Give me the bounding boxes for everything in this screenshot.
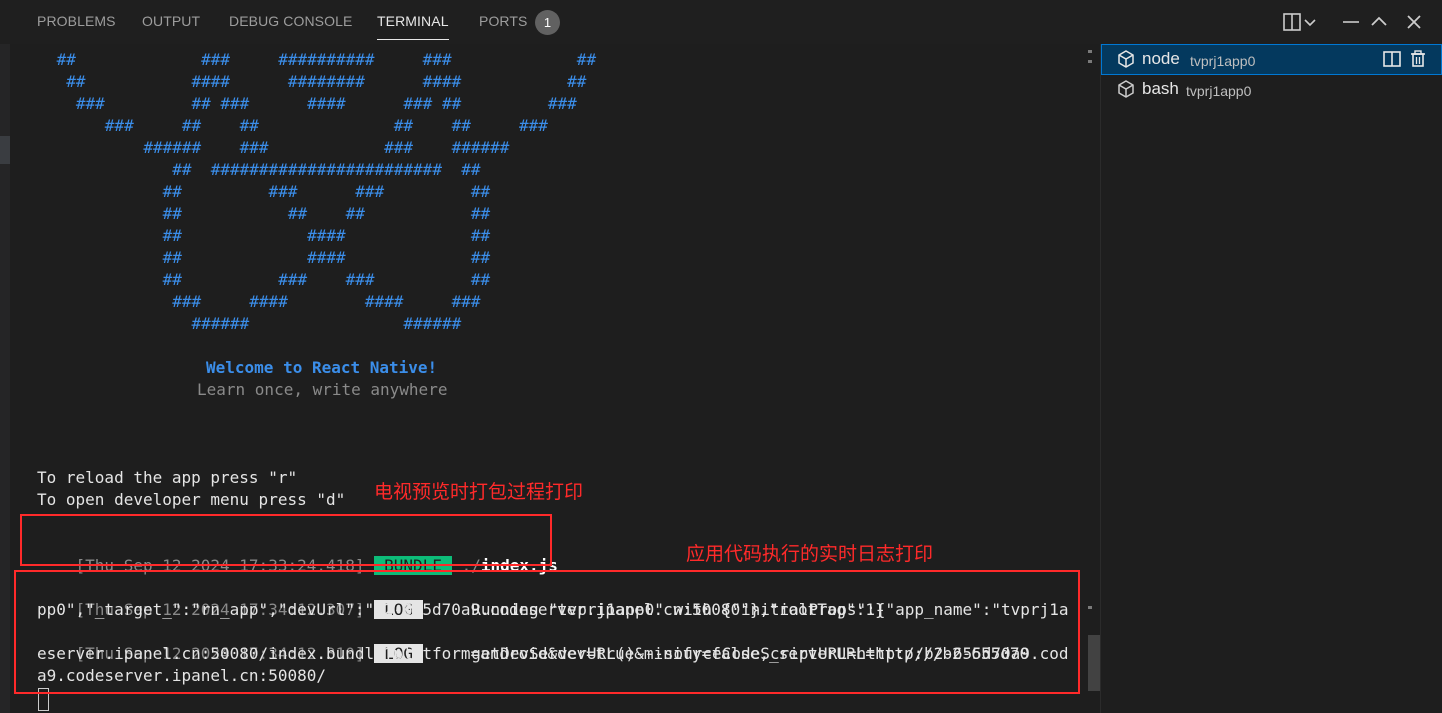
ascii-art-line: ### #### #### ### bbox=[47, 292, 481, 311]
ascii-art-line: ## #### ## bbox=[47, 248, 491, 267]
terminal-cube-icon bbox=[1118, 80, 1134, 98]
panel-tab-bar: PROBLEMS OUTPUT DEBUG CONSOLE TERMINAL P… bbox=[0, 0, 1442, 44]
ascii-art-line: ## ### ### ## bbox=[47, 270, 491, 289]
tab-output[interactable]: OUTPUT bbox=[142, 13, 200, 29]
terminal-name: node bbox=[1142, 49, 1180, 68]
tab-problems[interactable]: PROBLEMS bbox=[37, 13, 116, 29]
ascii-art-line: ###### ###### bbox=[47, 314, 462, 333]
scrollbar-thumb[interactable] bbox=[1088, 635, 1100, 691]
trash-icon[interactable] bbox=[1408, 49, 1428, 69]
gutter-marker bbox=[0, 136, 10, 164]
ascii-art-line: ## ### ########## ### ## bbox=[47, 50, 597, 69]
ascii-art-line: ###### ### ### ###### bbox=[47, 138, 510, 157]
ascii-art-line: ## ### ### ## bbox=[47, 182, 491, 201]
terminal-scrollbar[interactable] bbox=[1088, 44, 1100, 713]
terminal-name: bash bbox=[1142, 79, 1179, 98]
tab-terminal[interactable]: TERMINAL bbox=[377, 13, 449, 40]
log-highlight-box bbox=[14, 570, 1080, 694]
ascii-art-line: ## ## ## ## bbox=[47, 204, 491, 223]
ascii-art-line: ### ## ## ## ## ### bbox=[47, 116, 548, 135]
terminal-list: node tvprj1app0 bash tvprj1app0 bbox=[1100, 44, 1442, 713]
terminal-cube-icon bbox=[1118, 50, 1134, 68]
split-terminal-icon[interactable] bbox=[1382, 49, 1402, 69]
reload-hint: To reload the app press "r" bbox=[37, 468, 298, 487]
terminal-item-bash[interactable]: bash tvprj1app0 bbox=[1102, 75, 1441, 104]
tab-debug-console[interactable]: DEBUG CONSOLE bbox=[229, 13, 352, 29]
scroll-marker bbox=[1088, 60, 1092, 63]
tab-ports[interactable]: PORTS bbox=[479, 13, 527, 29]
terminal-item-node[interactable]: node tvprj1app0 bbox=[1101, 44, 1442, 75]
bundle-annotation: 电视预览时打包过程打印 bbox=[374, 481, 584, 503]
tagline-text: Learn once, write anywhere bbox=[197, 380, 448, 399]
terminal-sub: tvprj1app0 bbox=[1190, 53, 1256, 69]
chevron-down-icon[interactable] bbox=[1302, 11, 1318, 33]
editor-gutter-strip bbox=[0, 44, 10, 713]
ascii-art-line: ## ######################## ## bbox=[47, 160, 481, 179]
ascii-art-line: ### ## ### #### ### ## ### bbox=[47, 94, 577, 113]
layout-icon[interactable] bbox=[1281, 11, 1303, 33]
scroll-marker bbox=[1088, 606, 1092, 609]
ascii-art-line: ## #### ## bbox=[47, 226, 491, 245]
maximize-panel-icon[interactable] bbox=[1340, 11, 1362, 33]
terminal-sub: tvprj1app0 bbox=[1186, 83, 1252, 99]
close-icon[interactable] bbox=[1403, 11, 1425, 33]
bundle-highlight-box bbox=[20, 514, 552, 566]
ports-count-badge: 1 bbox=[535, 10, 560, 35]
devmenu-hint: To open developer menu press "d" bbox=[37, 490, 346, 509]
log-annotation: 应用代码执行的实时日志打印 bbox=[686, 543, 934, 565]
scroll-marker bbox=[1088, 50, 1092, 53]
ascii-art-line: ## #### ######## #### ## bbox=[47, 72, 587, 91]
welcome-text: Welcome to React Native! bbox=[206, 358, 438, 377]
chevron-up-icon[interactable] bbox=[1368, 11, 1390, 33]
